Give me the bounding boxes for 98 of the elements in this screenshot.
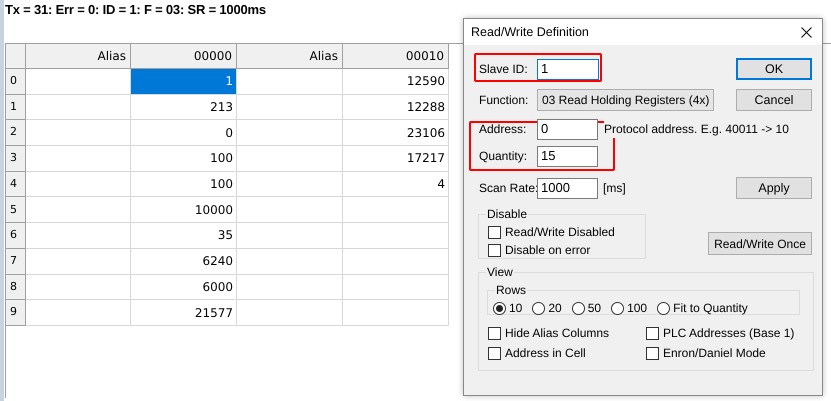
table-cell[interactable]: 1 <box>131 69 237 95</box>
row-header[interactable]: 1 <box>6 94 26 120</box>
function-dropdown[interactable]: 03 Read Holding Registers (4x) <box>537 89 714 111</box>
table-cell[interactable] <box>26 197 131 224</box>
table-cell[interactable]: 4 <box>343 172 449 198</box>
radio-button[interactable] <box>493 302 506 314</box>
table-cell[interactable]: 6000 <box>131 274 237 300</box>
group-label: Rows <box>495 282 528 299</box>
table-cell[interactable]: 21577 <box>131 300 237 326</box>
table-cell[interactable] <box>237 172 343 198</box>
table-cell[interactable]: 6240 <box>131 248 237 274</box>
checkbox-label: Hide Alias Columns <box>505 325 610 342</box>
group-label: Disable <box>486 206 528 223</box>
table-cell[interactable] <box>343 274 449 300</box>
field-label: Quantity: <box>479 148 528 165</box>
checkbox[interactable] <box>488 226 501 238</box>
table-cell[interactable] <box>343 197 449 224</box>
input-field[interactable]: 1000 <box>537 178 598 198</box>
radio-button[interactable] <box>572 302 585 314</box>
row-header[interactable]: 0 <box>6 69 26 95</box>
table-cell[interactable] <box>343 248 449 274</box>
field-label: Scan Rate: <box>479 180 537 197</box>
close-icon[interactable] <box>801 26 812 38</box>
table-cell[interactable]: 35 <box>131 223 237 249</box>
input-field[interactable]: 0 <box>537 118 598 140</box>
table-cell[interactable]: 12590 <box>343 69 449 95</box>
input-field[interactable]: 1 <box>537 58 599 80</box>
table-cell[interactable]: 12288 <box>343 94 449 120</box>
table-cell[interactable]: 0 <box>131 120 237 146</box>
hint-text: Protocol address. E.g. 40011 -> 10 <box>604 120 789 138</box>
checkbox-label: Address in Cell <box>505 345 586 362</box>
radio-label: 50 <box>588 300 602 317</box>
table-cell[interactable] <box>343 223 449 249</box>
table-cell[interactable] <box>237 120 343 146</box>
field-label: Slave ID: <box>479 61 529 78</box>
unit-label: [ms] <box>603 180 626 197</box>
table-cell[interactable]: 17217 <box>343 146 449 172</box>
row-header[interactable]: 2 <box>6 120 26 146</box>
table-cell[interactable]: 100 <box>131 146 237 172</box>
table-cell[interactable] <box>26 172 131 198</box>
table-cell[interactable] <box>26 223 131 249</box>
field-label: Address: <box>479 121 528 138</box>
dialog-title: Read/Write Definition <box>471 24 589 41</box>
checkbox[interactable] <box>488 326 501 340</box>
radio-button[interactable] <box>611 302 624 314</box>
checkbox-label: Disable on error <box>505 242 590 259</box>
table-cell[interactable] <box>237 94 343 120</box>
row-header[interactable]: 7 <box>6 248 26 274</box>
table-cell[interactable] <box>26 274 131 300</box>
row-header[interactable]: 4 <box>6 172 26 198</box>
row-header[interactable]: 9 <box>6 300 26 326</box>
dialog-button[interactable]: Cancel <box>736 89 812 111</box>
row-header[interactable]: 5 <box>6 197 26 224</box>
column-header[interactable]: 00000 <box>131 44 237 69</box>
table-cell[interactable] <box>237 146 343 172</box>
row-header[interactable]: 3 <box>6 146 26 172</box>
checkbox-label: Read/Write Disabled <box>505 224 615 241</box>
radio-label: 10 <box>509 300 522 317</box>
table-cell[interactable]: 10000 <box>131 197 237 224</box>
checkbox[interactable] <box>488 346 501 360</box>
table-cell[interactable] <box>237 274 343 300</box>
dialog-button[interactable]: Read/Write Once <box>708 232 812 255</box>
table-cell[interactable] <box>237 248 343 274</box>
radio-label: 20 <box>548 300 562 317</box>
table-cell[interactable] <box>237 300 343 326</box>
checkbox-label: PLC Addresses (Base 1) <box>663 325 794 342</box>
table-cell[interactable] <box>343 300 449 326</box>
column-header[interactable]: Alias <box>26 44 131 69</box>
table-cell[interactable] <box>237 223 343 249</box>
table-cell[interactable] <box>237 197 343 224</box>
table-cell[interactable] <box>26 300 131 326</box>
checkbox[interactable] <box>488 244 501 256</box>
table-cell[interactable] <box>26 94 131 120</box>
radio-label: Fit to Quantity <box>673 300 748 317</box>
checkbox-label: Enron/Daniel Mode <box>663 345 766 362</box>
column-header[interactable]: Alias <box>237 44 343 69</box>
table-cell[interactable]: 213 <box>131 94 237 120</box>
table-cell[interactable] <box>26 120 131 146</box>
row-header[interactable]: 8 <box>6 274 26 300</box>
table-cell[interactable] <box>26 146 131 172</box>
dialog-button[interactable]: OK <box>736 58 812 80</box>
table-cell[interactable]: 100 <box>131 172 237 198</box>
table-cell[interactable] <box>26 248 131 274</box>
dialog-button[interactable]: Apply <box>736 177 812 199</box>
table-cell[interactable] <box>26 69 131 95</box>
checkbox[interactable] <box>646 326 659 340</box>
column-header[interactable]: 00010 <box>343 44 449 69</box>
checkbox[interactable] <box>646 346 659 360</box>
radio-label: 100 <box>627 300 648 317</box>
field-label: Function: <box>479 92 530 109</box>
table-cell[interactable] <box>237 69 343 95</box>
radio-button[interactable] <box>532 302 546 314</box>
input-field[interactable]: 15 <box>537 146 598 166</box>
status-text: Tx = 31: Err = 0: ID = 1: F = 03: SR = 1000ms <box>5 1 266 20</box>
row-header[interactable]: 6 <box>6 223 26 249</box>
table-cell[interactable]: 23106 <box>343 120 449 146</box>
radio-button[interactable] <box>657 302 670 314</box>
group-label: View <box>486 264 514 281</box>
